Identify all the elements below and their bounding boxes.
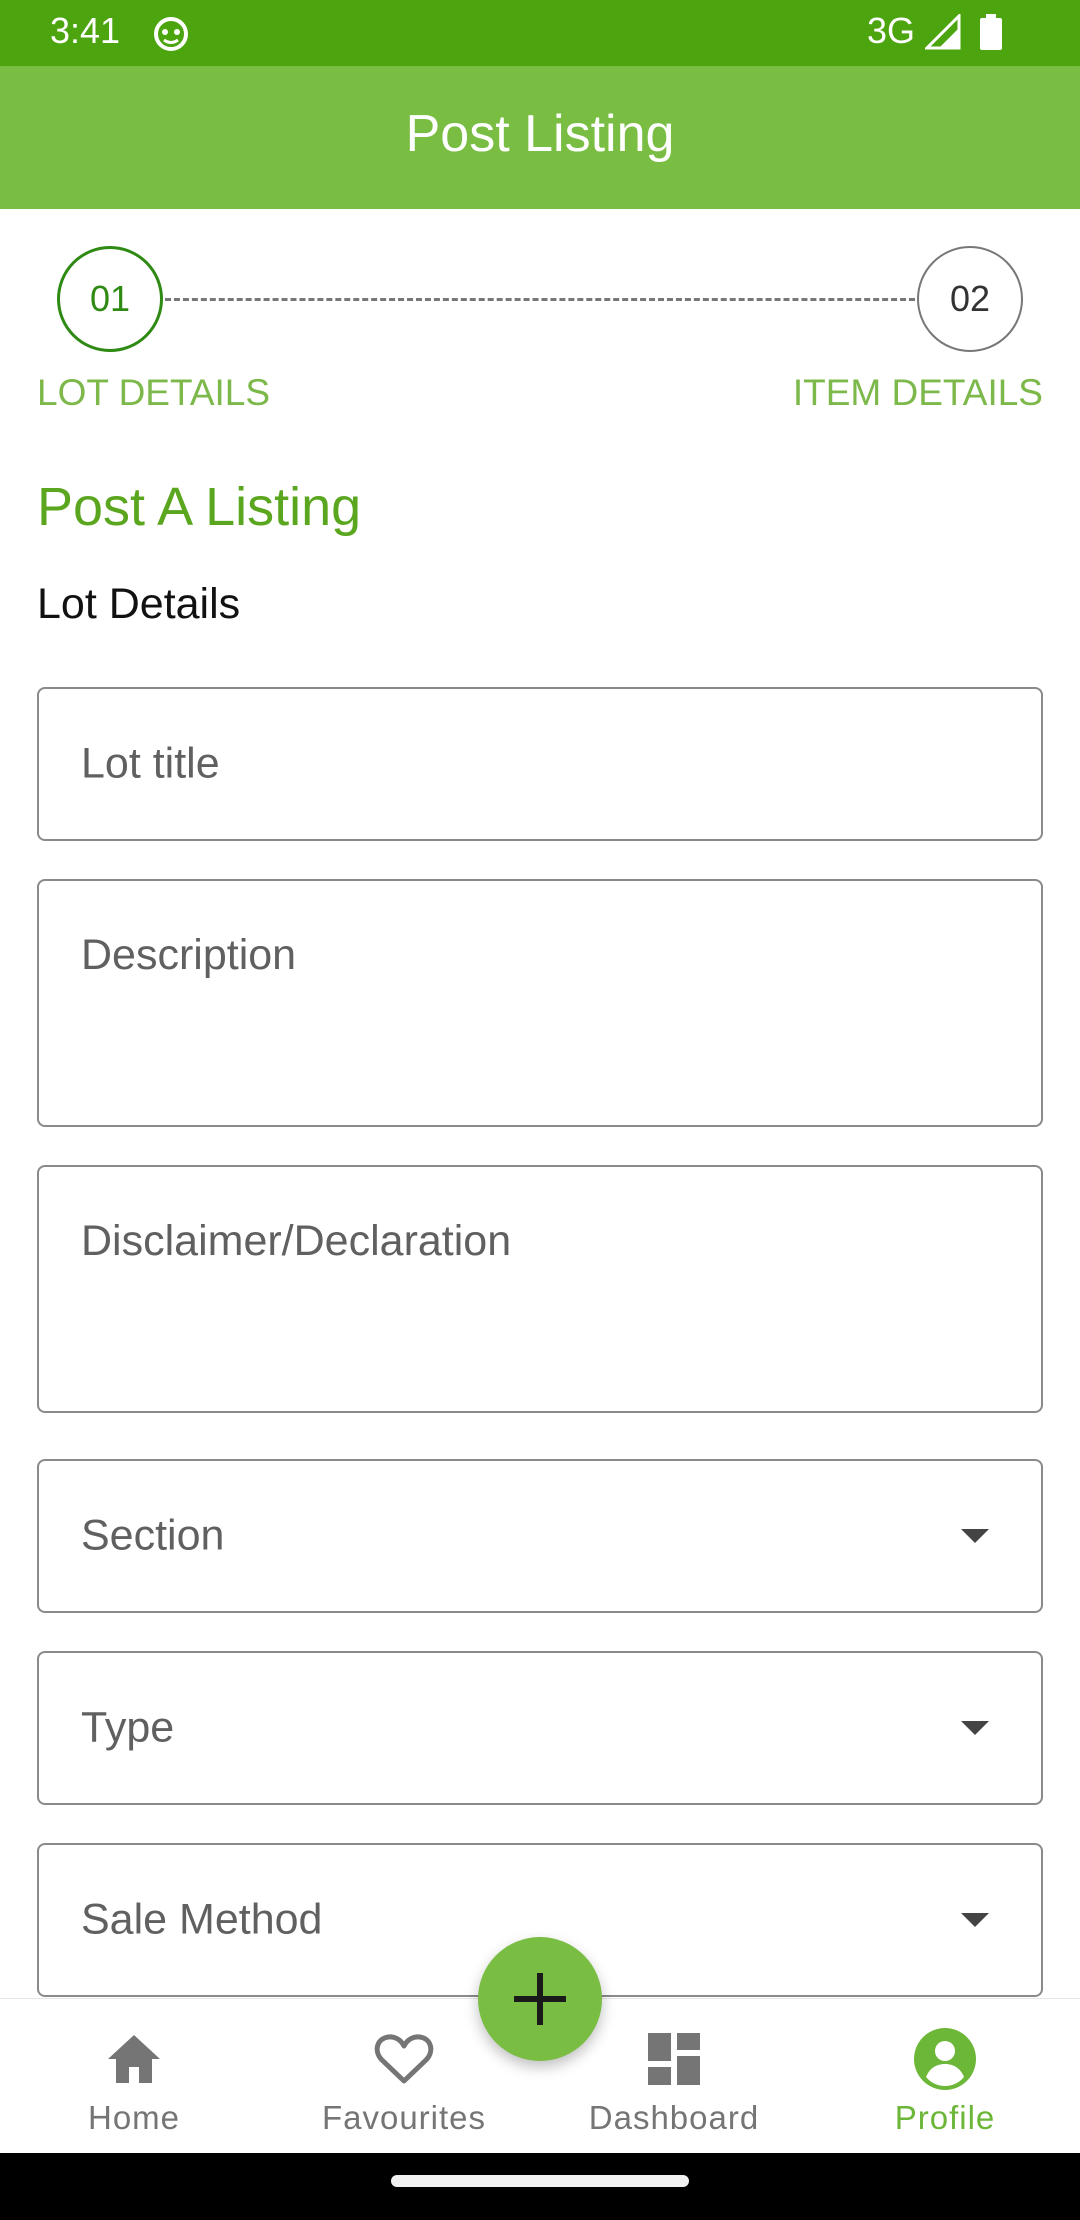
app-notification-icon — [154, 17, 188, 51]
step-1-indicator[interactable]: 01 — [57, 246, 163, 352]
plus-icon — [514, 1973, 566, 2025]
nav-label-profile: Profile — [894, 2099, 996, 2136]
signal-icon — [925, 14, 961, 50]
nav-label-dashboard: Dashboard — [588, 2099, 760, 2136]
description-input[interactable]: Description — [37, 879, 1043, 1127]
nav-item-dashboard[interactable]: Dashboard — [574, 1999, 774, 2154]
profile-icon — [914, 2028, 976, 2090]
chevron-down-icon — [961, 1529, 989, 1543]
home-icon — [108, 2035, 160, 2083]
page-title: Post Listing — [405, 105, 675, 163]
dashboard-icon — [648, 2033, 700, 2085]
lot-title-placeholder: Lot title — [81, 739, 220, 788]
home-gesture-handle[interactable] — [391, 2175, 689, 2187]
nav-item-home[interactable]: Home — [34, 1999, 234, 2154]
disclaimer-placeholder: Disclaimer/Declaration — [81, 1217, 512, 1265]
step-2-label: ITEM DETAILS — [792, 372, 1043, 413]
nav-item-favourites[interactable]: Favourites — [304, 1999, 504, 2154]
section-placeholder: Section — [81, 1511, 225, 1560]
step-1-label: LOT DETAILS — [37, 372, 271, 413]
type-dropdown[interactable]: Type — [37, 1651, 1043, 1805]
status-time: 3:41 — [50, 10, 121, 51]
status-bar: 3:41 3G — [0, 0, 1080, 66]
stepper-connector — [165, 298, 915, 301]
step-2-indicator[interactable]: 02 — [917, 246, 1023, 352]
nav-label-favourites: Favourites — [321, 2099, 487, 2136]
sale-method-placeholder: Sale Method — [81, 1895, 323, 1944]
add-listing-button[interactable] — [478, 1937, 602, 2061]
battery-icon — [980, 14, 1002, 50]
disclaimer-input[interactable]: Disclaimer/Declaration — [37, 1165, 1043, 1413]
lot-title-input[interactable]: Lot title — [37, 687, 1043, 841]
system-navigation-bar — [0, 2153, 1080, 2220]
nav-item-profile[interactable]: Profile — [845, 1999, 1045, 2154]
nav-label-home: Home — [87, 2099, 181, 2136]
section-title: Lot Details — [37, 580, 241, 628]
heart-icon — [374, 2034, 434, 2084]
network-type: 3G — [867, 10, 916, 51]
section-dropdown[interactable]: Section — [37, 1459, 1043, 1613]
chevron-down-icon — [961, 1913, 989, 1927]
type-placeholder: Type — [81, 1703, 175, 1752]
chevron-down-icon — [961, 1721, 989, 1735]
form-heading: Post A Listing — [37, 477, 362, 537]
description-placeholder: Description — [81, 931, 297, 979]
app-bar: Post Listing — [0, 66, 1080, 209]
